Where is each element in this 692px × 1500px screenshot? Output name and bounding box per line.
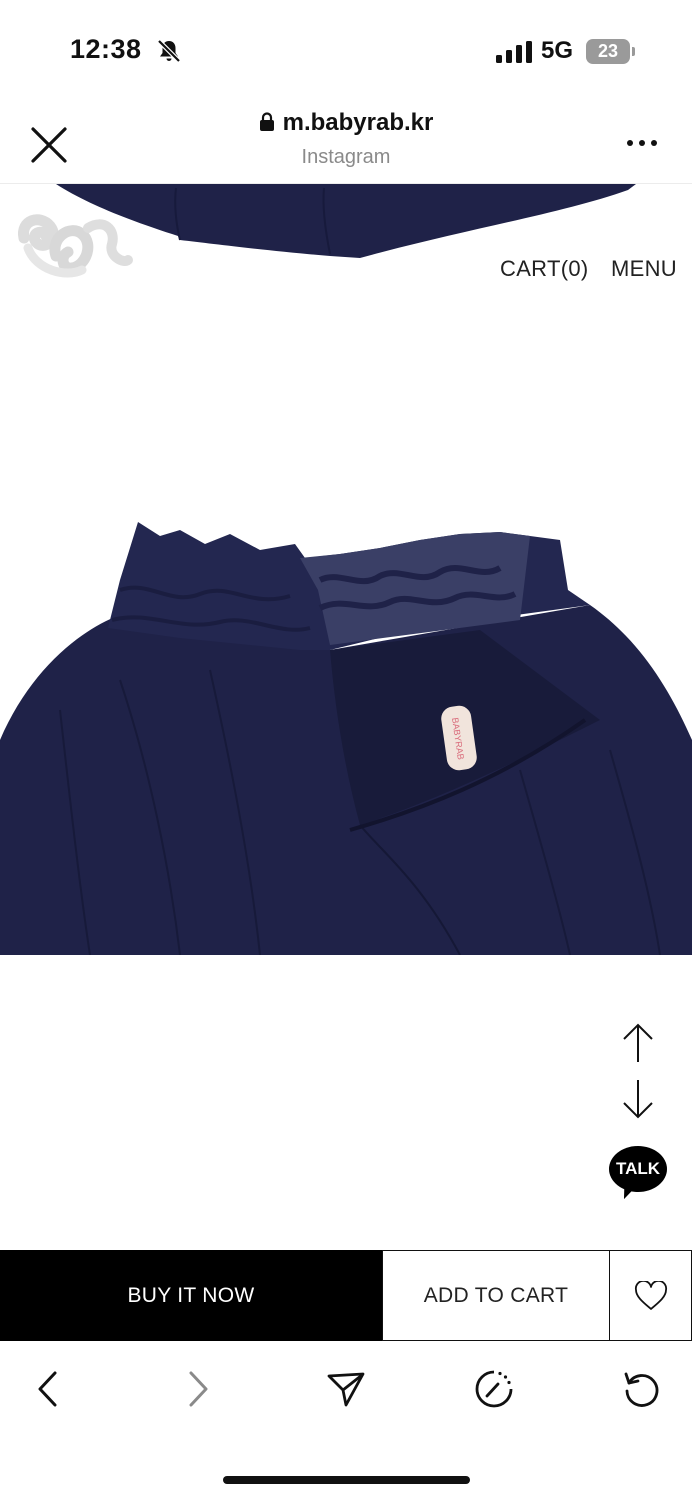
arrow-down-icon[interactable] [621, 1078, 655, 1120]
talk-label: TALK [615, 1159, 661, 1178]
more-icon[interactable] [626, 138, 658, 148]
status-bar: 12:38 5G 23 [0, 0, 692, 100]
kakao-talk-button[interactable]: TALK [609, 1146, 667, 1202]
site-logo[interactable] [16, 208, 134, 284]
network-label: 5G [541, 37, 574, 64]
status-time: 12:38 [70, 34, 142, 64]
url-bar[interactable]: m.babyrab.kr [0, 109, 692, 137]
send-icon[interactable] [326, 1369, 366, 1409]
heart-icon [634, 1280, 667, 1310]
source-label: Instagram [301, 146, 391, 168]
browser-toolbar [0, 1341, 692, 1441]
home-indicator[interactable] [223, 1476, 470, 1484]
chevron-left-icon[interactable] [28, 1369, 68, 1409]
purchase-bar: BUY IT NOW ADD TO CART [0, 1250, 692, 1341]
product-image: BABYRAB [0, 522, 692, 955]
battery-nub [632, 47, 635, 56]
signal-icon [496, 41, 532, 63]
browser-header: m.babyrab.kr Instagram [0, 100, 692, 184]
menu-link[interactable]: MENU [611, 256, 677, 282]
url-text: m.babyrab.kr [282, 109, 434, 136]
cart-link[interactable]: CART(0) [500, 256, 588, 282]
reload-icon[interactable] [622, 1369, 662, 1409]
buy-now-button[interactable]: BUY IT NOW [0, 1250, 382, 1341]
chevron-right-icon[interactable] [178, 1369, 218, 1409]
wishlist-button[interactable] [609, 1250, 692, 1341]
add-to-cart-button[interactable]: ADD TO CART [382, 1250, 610, 1341]
bell-muted-icon [157, 39, 181, 63]
lock-icon [259, 112, 274, 131]
arrow-up-icon[interactable] [621, 1022, 655, 1064]
battery-indicator: 23 [586, 39, 630, 64]
clock-icon[interactable] [474, 1369, 514, 1409]
